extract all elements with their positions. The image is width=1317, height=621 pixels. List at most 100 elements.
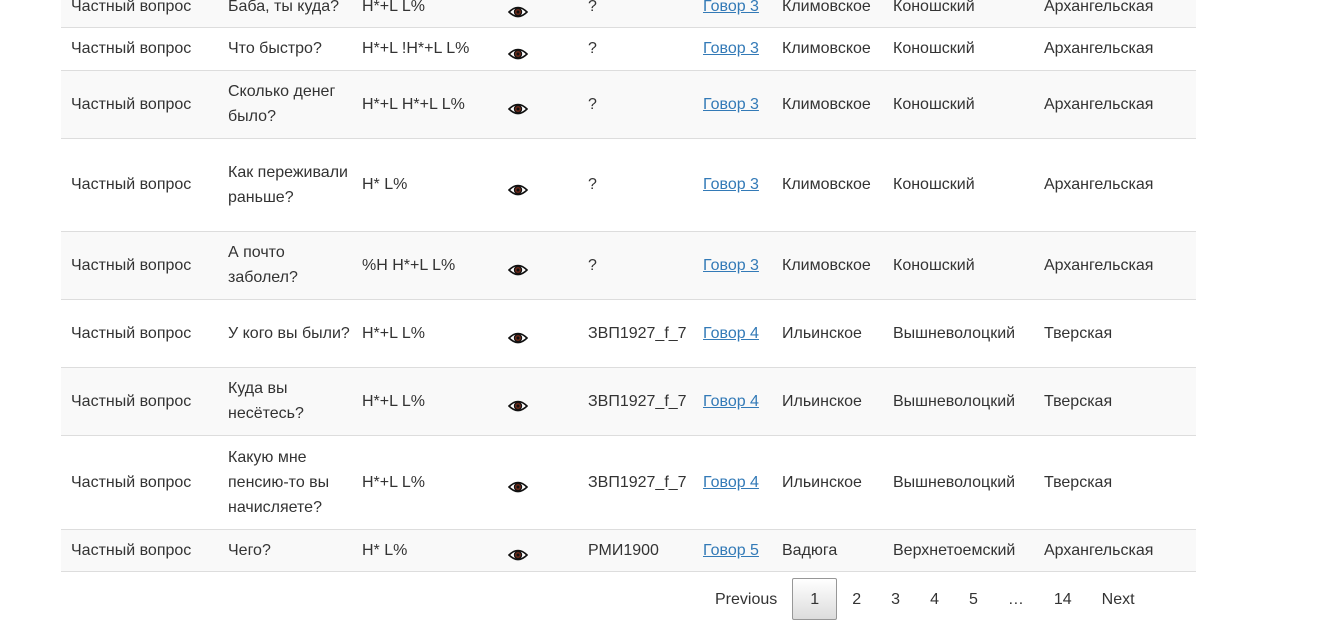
district-text: Вышневолоцкий [893, 324, 1016, 342]
region-text: Архангельская [1044, 40, 1154, 57]
district-cell: Коношский [883, 27, 1034, 71]
dialect-link[interactable]: Говор 3 [703, 257, 759, 274]
utterance-cell: Баба, ты куда? [218, 0, 352, 28]
table-row: Частный вопрос Куда вы несётесь? H*+L L% ЗВ… [61, 367, 1196, 436]
village-text: Ильинское [782, 473, 862, 491]
tones-cell: H*+L L% [352, 0, 488, 28]
question-type-text: Частный вопрос [71, 256, 192, 274]
table-row: Частный вопрос Баба, ты куда? H*+L L%? Гово… [61, 0, 1196, 28]
dialect-link[interactable]: Говор 5 [703, 542, 759, 559]
speaker-cell: ? [578, 138, 693, 232]
dialect-link[interactable]: Говор 3 [703, 96, 759, 113]
utterance-text: А почто заболел? [228, 244, 298, 286]
utterance-text: У кого вы были? [228, 324, 350, 342]
district-cell: Вышневолоцкий [883, 367, 1034, 436]
region-cell: Архангельская [1034, 138, 1196, 232]
dialect-link[interactable]: Говор 4 [703, 325, 759, 342]
view-cell [488, 367, 578, 436]
dialect-link[interactable]: Говор 3 [703, 40, 759, 57]
region-cell: Архангельская [1034, 231, 1196, 300]
tones-text: H* L% [362, 176, 408, 193]
speaker-text: ? [588, 256, 597, 274]
tones-cell: H*+L L% [352, 299, 488, 368]
question-type-text: Частный вопрос [71, 473, 192, 491]
dialect-link[interactable]: Говор 4 [703, 474, 759, 491]
district-cell: Коношский [883, 138, 1034, 232]
view-cell [488, 0, 578, 28]
tones-text: H*+L H*+L L% [362, 95, 465, 113]
eye-icon[interactable] [507, 395, 529, 412]
village-cell: Ильинское [772, 367, 883, 436]
region-cell: Тверская [1034, 367, 1196, 436]
utterance-cell: Что быстро? [218, 27, 352, 71]
village-cell: Ильинское [772, 299, 883, 368]
eye-icon[interactable] [507, 544, 529, 561]
table-row: Частный вопрос Какую мне пенсию-то вы нач… [61, 435, 1196, 530]
village-cell: Климовское [772, 231, 883, 300]
eye-icon[interactable] [507, 1, 529, 17]
tones-cell: H*+L L% [352, 367, 488, 436]
previous-button[interactable]: Previous [700, 578, 792, 620]
page-14-button[interactable]: 14 [1039, 578, 1087, 620]
village-text: Климовское [782, 40, 871, 57]
dialect-cell: Говор 3 [693, 0, 772, 28]
eye-icon[interactable] [507, 259, 529, 276]
pagination: Previous 1 2 3 4 5 … 14 Next [700, 577, 1150, 621]
village-cell: Климовское [772, 138, 883, 232]
tones-text: H*+L !H*+L L% [362, 40, 470, 57]
speaker-cell: ? [578, 231, 693, 300]
dialect-link[interactable]: Говор 3 [703, 0, 759, 15]
district-text: Вышневолоцкий [893, 473, 1016, 491]
page-4-button[interactable]: 4 [915, 578, 954, 620]
district-text: Коношский [893, 176, 975, 193]
village-cell: Климовское [772, 0, 883, 28]
page-3-button[interactable]: 3 [876, 578, 915, 620]
question-type-text: Частный вопрос [71, 40, 192, 57]
village-text: Ильинское [782, 324, 862, 342]
question-type-text: Частный вопрос [71, 0, 192, 15]
eye-icon[interactable] [507, 327, 529, 344]
utterance-text: Сколько денег было? [228, 83, 336, 125]
next-button[interactable]: Next [1087, 578, 1150, 620]
page-5-button[interactable]: 5 [954, 578, 993, 620]
question-type-cell: Частный вопрос [61, 138, 218, 232]
speaker-text: ЗВП1927_f_7 [588, 324, 687, 342]
district-cell: Вышневолоцкий [883, 299, 1034, 368]
speaker-cell: ? [578, 70, 693, 139]
eye-icon[interactable] [507, 43, 529, 60]
village-text: Климовское [782, 176, 871, 193]
question-type-cell: Частный вопрос [61, 529, 218, 572]
district-cell: Коношский [883, 231, 1034, 300]
district-text: Верхнетоемский [893, 541, 1016, 559]
district-cell: Коношский [883, 0, 1034, 28]
page-1-button[interactable]: 1 [792, 578, 838, 620]
speaker-text: ? [588, 95, 597, 113]
dialect-cell: Говор 5 [693, 529, 772, 572]
table-row: Частный вопрос Сколько денег было? H*+L H*… [61, 70, 1196, 139]
dialect-link[interactable]: Говор 3 [703, 176, 759, 193]
question-type-text: Частный вопрос [71, 95, 192, 113]
dialect-link[interactable]: Говор 4 [703, 393, 759, 410]
dialect-cell: Говор 3 [693, 27, 772, 71]
speaker-text: ? [588, 176, 597, 193]
utterance-cell: А почто заболел? [218, 231, 352, 300]
page-2-button[interactable]: 2 [837, 578, 876, 620]
region-text: Архангельская [1044, 95, 1154, 113]
eye-icon[interactable] [507, 476, 529, 493]
speaker-text: РМИ1900 [588, 541, 659, 559]
speaker-cell: РМИ1900 [578, 529, 693, 572]
utterance-cell: У кого вы были? [218, 299, 352, 368]
speaker-cell: ЗВП1927_f_7 [578, 367, 693, 436]
region-text: Архангельская [1044, 176, 1154, 193]
utterance-text: Куда вы несётесь? [228, 380, 304, 422]
view-cell [488, 231, 578, 300]
dialect-cell: Говор 3 [693, 138, 772, 232]
tones-text: %H H*+L L% [362, 256, 456, 274]
eye-icon[interactable] [507, 179, 529, 196]
speaker-cell: ? [578, 27, 693, 71]
tones-cell: H*+L H*+L L% [352, 70, 488, 139]
eye-icon[interactable] [507, 98, 529, 115]
region-cell: Архангельская [1034, 0, 1196, 28]
region-text: Тверская [1044, 324, 1113, 342]
district-text: Вышневолоцкий [893, 392, 1016, 410]
